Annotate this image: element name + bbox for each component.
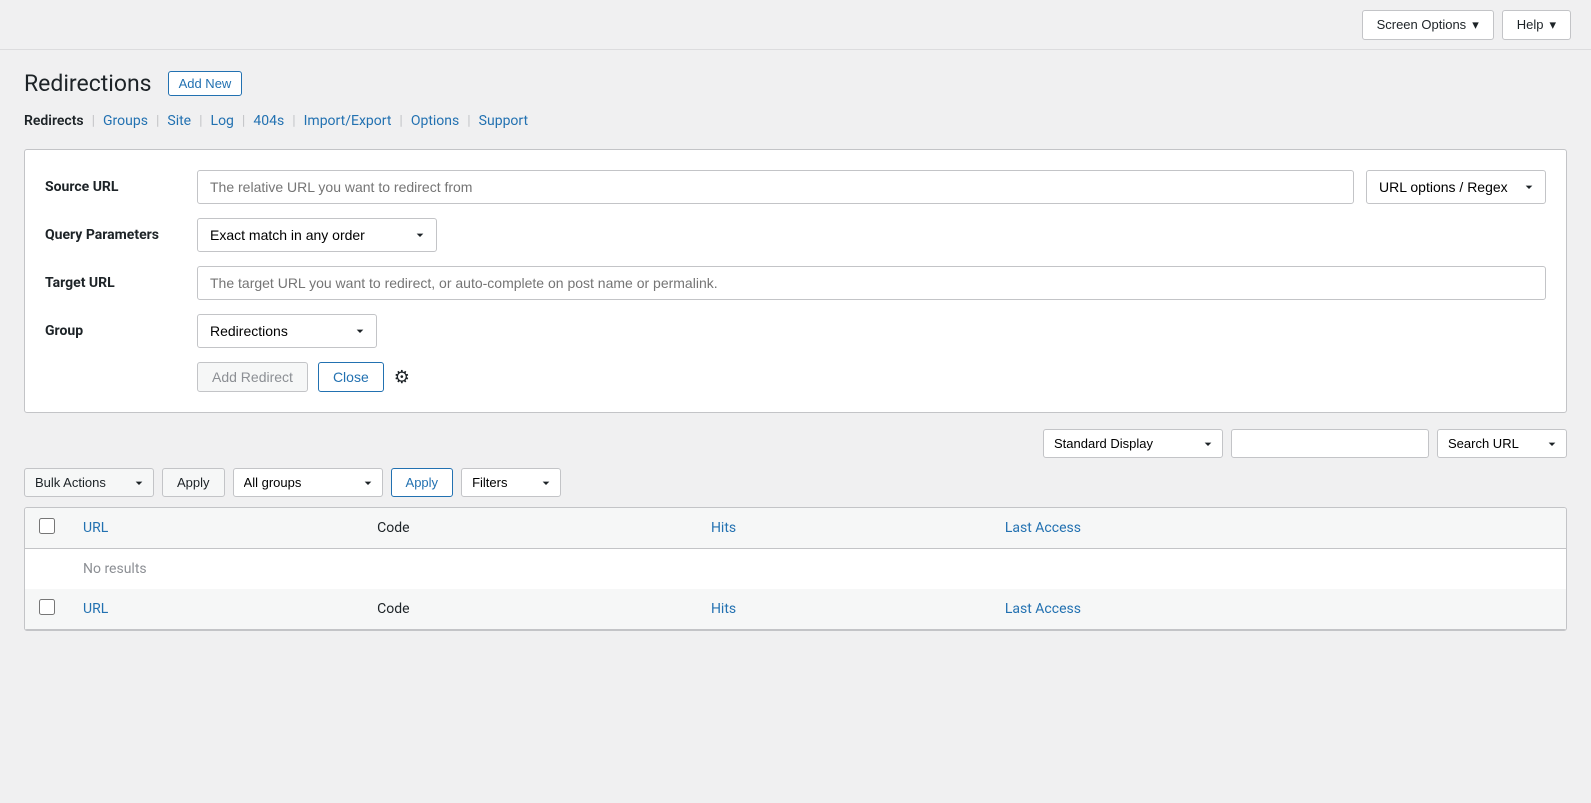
header-hits[interactable]: Hits: [697, 508, 991, 549]
help-label: Help: [1517, 17, 1544, 32]
nav-tab-404s[interactable]: 404s: [253, 113, 284, 129]
help-chevron: ▾: [1549, 17, 1556, 33]
apply-bulk-button[interactable]: Apply: [162, 468, 225, 497]
header-last-access[interactable]: Last Access: [991, 508, 1566, 549]
close-button[interactable]: Close: [318, 362, 384, 392]
target-url-input[interactable]: [197, 266, 1546, 300]
gear-icon[interactable]: ⚙: [394, 367, 410, 388]
toolbar-left: Bulk Actions Apply All groups Apply Filt…: [24, 468, 561, 497]
add-new-button[interactable]: Add New: [168, 71, 243, 96]
search-url-input[interactable]: [1231, 429, 1429, 458]
no-results-row: No results: [25, 549, 1566, 590]
footer-checkbox-col: [25, 589, 69, 630]
source-url-row: Source URL URL options / Regex: [45, 170, 1546, 204]
standard-display-select[interactable]: Standard Display: [1043, 429, 1223, 458]
all-groups-select[interactable]: All groups: [233, 468, 383, 497]
page-header: Redirections Add New: [24, 70, 1567, 97]
nav-tab-groups[interactable]: Groups: [103, 113, 148, 129]
bulk-actions-select[interactable]: Bulk Actions: [24, 468, 154, 497]
source-url-input[interactable]: [197, 170, 1354, 204]
group-row: Group Redirections: [45, 314, 1546, 348]
nav-tab-redirects[interactable]: Redirects: [24, 113, 84, 129]
no-results-text: No results: [69, 549, 1566, 590]
screen-options-button[interactable]: Screen Options ▾: [1362, 10, 1494, 40]
top-bar: Screen Options ▾ Help ▾: [0, 0, 1591, 50]
header-code: Code: [363, 508, 697, 549]
toolbar-filter-row: Bulk Actions Apply All groups Apply Filt…: [24, 468, 1567, 497]
add-redirect-form: Source URL URL options / Regex Query Par…: [24, 149, 1567, 413]
target-url-label: Target URL: [45, 275, 185, 291]
nav-tab-support[interactable]: Support: [479, 113, 528, 129]
footer-code: Code: [363, 589, 697, 630]
table-header-row: URL Code Hits Last Access: [25, 508, 1566, 549]
redirects-table-container: URL Code Hits Last Access No results URL: [24, 507, 1567, 631]
select-all-checkbox[interactable]: [39, 518, 55, 534]
toolbar-right: Standard Display Search URL: [1043, 429, 1567, 458]
main-content: Redirections Add New Redirects | Groups …: [0, 50, 1591, 651]
group-select[interactable]: Redirections: [197, 314, 377, 348]
table-footer-row: URL Code Hits Last Access: [25, 589, 1566, 630]
nav-tab-log[interactable]: Log: [211, 113, 234, 129]
query-params-label: Query Parameters: [45, 227, 185, 243]
nav-tab-importexport[interactable]: Import/Export: [304, 113, 392, 129]
source-url-label: Source URL: [45, 179, 185, 195]
screen-options-label: Screen Options: [1377, 17, 1467, 32]
header-checkbox-col: [25, 508, 69, 549]
filters-select[interactable]: Filters: [461, 468, 561, 497]
group-label: Group: [45, 323, 185, 339]
nav-tab-options[interactable]: Options: [411, 113, 459, 129]
nav-tab-site[interactable]: Site: [167, 113, 191, 129]
screen-options-chevron: ▾: [1472, 17, 1479, 33]
help-button[interactable]: Help ▾: [1502, 10, 1571, 40]
redirects-table: URL Code Hits Last Access No results URL: [25, 508, 1566, 630]
footer-hits[interactable]: Hits: [697, 589, 991, 630]
toolbar-display-row: Standard Display Search URL: [24, 429, 1567, 458]
page-title: Redirections: [24, 70, 152, 97]
header-url[interactable]: URL: [69, 508, 363, 549]
query-params-row: Query Parameters Exact match in any orde…: [45, 218, 1546, 252]
query-params-select[interactable]: Exact match in any order: [197, 218, 437, 252]
footer-url[interactable]: URL: [69, 589, 363, 630]
add-redirect-button[interactable]: Add Redirect: [197, 362, 308, 392]
url-options-select[interactable]: URL options / Regex: [1366, 170, 1546, 204]
nav-tabs: Redirects | Groups | Site | Log | 404s |…: [24, 113, 1567, 129]
form-actions: Add Redirect Close ⚙: [45, 362, 1546, 392]
apply-groups-button[interactable]: Apply: [391, 468, 454, 497]
search-url-select[interactable]: Search URL: [1437, 429, 1567, 458]
footer-select-all-checkbox[interactable]: [39, 599, 55, 615]
target-url-row: Target URL: [45, 266, 1546, 300]
footer-last-access[interactable]: Last Access: [991, 589, 1566, 630]
